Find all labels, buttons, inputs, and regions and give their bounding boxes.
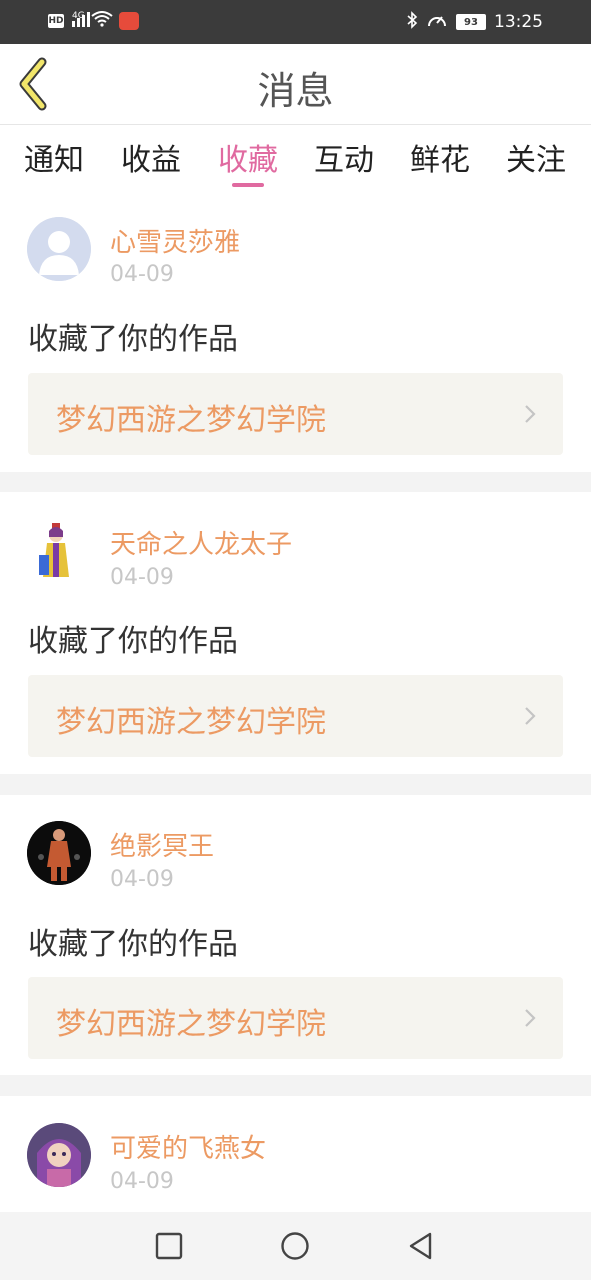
network-label: 4G [72, 11, 85, 21]
timestamp: 04-09 [110, 262, 174, 287]
username[interactable]: 可爱的飞燕女 [110, 1128, 266, 1165]
action-text: 收藏了你的作品 [28, 927, 238, 962]
bluetooth-icon [406, 11, 418, 33]
work-title: 梦幻西游之梦幻学院 [56, 1007, 326, 1042]
avatar[interactable] [27, 519, 91, 583]
tab-following[interactable]: 关注 [491, 135, 581, 185]
username[interactable]: 心雪灵莎雅 [110, 222, 240, 259]
work-title: 梦幻西游之梦幻学院 [56, 705, 326, 740]
chevron-right-icon [525, 405, 536, 423]
tab-notifications[interactable]: 通知 [9, 135, 99, 185]
header: 消息 [0, 44, 591, 124]
battery-icon: 93 [456, 14, 486, 30]
avatar[interactable] [27, 1123, 91, 1187]
status-right: 93 13:25 [406, 11, 591, 33]
system-nav-bar [0, 1212, 591, 1280]
action-text: 收藏了你的作品 [28, 322, 238, 357]
tab-favorites[interactable]: 收藏 [203, 135, 293, 185]
home-button[interactable] [279, 1230, 311, 1262]
feed-item: 可爱的飞燕女 04-09 [0, 1096, 591, 1212]
status-bar: HD 4G 93 13:25 [0, 0, 591, 44]
timestamp: 04-09 [110, 867, 174, 892]
avatar[interactable] [27, 821, 91, 885]
chevron-right-icon [525, 1009, 536, 1027]
default-avatar-icon [27, 217, 91, 281]
work-link[interactable]: 梦幻西游之梦幻学院 [28, 373, 563, 455]
wifi-icon [91, 11, 113, 31]
home-circle-icon [281, 1232, 309, 1260]
work-title: 梦幻西游之梦幻学院 [56, 403, 326, 438]
timestamp: 04-09 [110, 1169, 174, 1194]
feed-item: 绝影冥王 04-09 收藏了你的作品 梦幻西游之梦幻学院 [0, 795, 591, 1075]
page-title: 消息 [257, 69, 334, 113]
app-notification-icon [118, 12, 139, 30]
tab-bar: 通知 收益 收藏 互动 鲜花 关注 [0, 124, 591, 195]
tab-earnings[interactable]: 收益 [106, 135, 196, 185]
avatar[interactable] [27, 217, 91, 281]
chevron-right-icon [525, 707, 536, 725]
username[interactable]: 绝影冥王 [110, 826, 214, 863]
feed-item: 天命之人龙太子 04-09 收藏了你的作品 梦幻西游之梦幻学院 [0, 492, 591, 774]
tab-active-indicator [232, 183, 264, 187]
recents-button[interactable] [153, 1230, 185, 1262]
back-nav-button[interactable] [405, 1230, 437, 1262]
character-avatar-icon [27, 519, 91, 583]
character-avatar-icon [27, 821, 91, 885]
username[interactable]: 天命之人龙太子 [110, 524, 292, 561]
status-time: 13:25 [494, 12, 543, 32]
recents-square-icon [155, 1232, 183, 1260]
tab-interactions[interactable]: 互动 [299, 135, 389, 185]
status-left: HD 4G [48, 11, 139, 31]
feed-item: 心雪灵莎雅 04-09 收藏了你的作品 梦幻西游之梦幻学院 [0, 194, 591, 472]
timestamp: 04-09 [110, 565, 174, 590]
tab-flowers[interactable]: 鲜花 [395, 135, 485, 185]
hd-icon: HD [48, 14, 64, 28]
work-link[interactable]: 梦幻西游之梦幻学院 [28, 977, 563, 1059]
work-link[interactable]: 梦幻西游之梦幻学院 [28, 675, 563, 757]
back-triangle-icon [409, 1232, 432, 1260]
speed-icon [426, 11, 448, 33]
action-text: 收藏了你的作品 [28, 624, 238, 659]
character-avatar-icon [27, 1123, 91, 1187]
